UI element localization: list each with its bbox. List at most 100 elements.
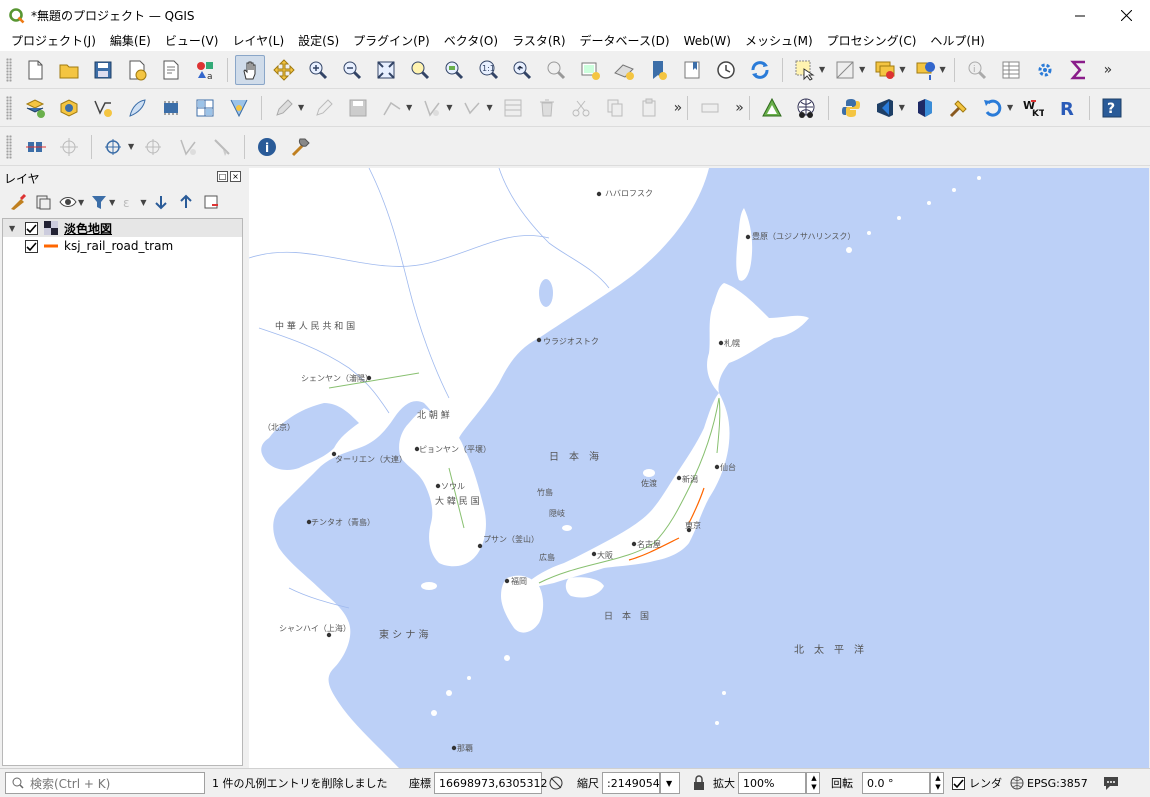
scale-dropdown-icon[interactable]: ▼ <box>660 772 680 794</box>
zoom-out-icon[interactable] <box>337 55 367 85</box>
cut-icon[interactable] <box>566 93 596 123</box>
toolbar-grip[interactable] <box>6 57 12 82</box>
menu-web[interactable]: Web(W) <box>677 31 738 51</box>
snapping-icon[interactable] <box>20 132 50 162</box>
layer-row-basemap[interactable]: ▼ 淡色地図 <box>3 219 242 237</box>
style-manager-icon[interactable]: a <box>190 55 220 85</box>
label-icon[interactable] <box>695 93 725 123</box>
options-icon[interactable] <box>286 132 316 162</box>
quickmapservices-icon[interactable] <box>791 93 821 123</box>
info-icon[interactable]: i <box>252 132 282 162</box>
rotation-spinner-icon[interactable]: ▲ ▼ <box>930 772 944 794</box>
scale-field[interactable]: :21490540 <box>602 772 667 794</box>
magnifier-spinner-icon[interactable]: ▲ ▼ <box>806 772 820 794</box>
modify-attributes-icon[interactable] <box>457 93 487 123</box>
pan-to-selection-icon[interactable] <box>269 55 299 85</box>
float-panel-icon[interactable]: □ <box>217 171 228 182</box>
crs-button[interactable]: EPSG:3857 <box>1027 777 1088 790</box>
tracing-icon[interactable] <box>99 132 129 162</box>
digitize-icon[interactable] <box>309 93 339 123</box>
toolbar-grip[interactable] <box>6 134 12 159</box>
new-temp-layer-icon[interactable] <box>190 93 220 123</box>
lock-scale-icon[interactable] <box>692 772 706 794</box>
menu-project[interactable]: プロジェクト(J) <box>4 31 103 51</box>
measure-icon[interactable] <box>207 132 237 162</box>
coordinate-field[interactable]: 16698973,6305312 <box>434 772 547 794</box>
filter-by-expression-icon[interactable]: ε <box>118 190 142 214</box>
menu-raster[interactable]: ラスタ(R) <box>505 31 572 51</box>
zoom-full-icon[interactable] <box>371 55 401 85</box>
messages-icon[interactable] <box>1102 772 1120 794</box>
menu-plugins[interactable]: プラグイン(P) <box>346 31 437 51</box>
collapse-all-icon[interactable] <box>174 190 198 214</box>
deselect-icon[interactable] <box>870 55 900 85</box>
manage-visibility-icon[interactable] <box>56 190 80 214</box>
toolbar-overflow-icon[interactable]: » <box>735 100 744 116</box>
identify-icon[interactable]: i <box>962 55 992 85</box>
menu-vector[interactable]: ベクタ(O) <box>437 31 505 51</box>
open-project-icon[interactable] <box>54 55 84 85</box>
zoom-last-icon[interactable] <box>507 55 537 85</box>
close-button[interactable] <box>1103 0 1149 31</box>
save-edits-icon[interactable] <box>343 93 373 123</box>
new-spatialite-icon[interactable] <box>122 93 152 123</box>
geo-tool-icon[interactable] <box>944 93 974 123</box>
zoom-in-icon[interactable] <box>303 55 333 85</box>
menu-view[interactable]: ビュー(V) <box>158 31 226 51</box>
layer-visibility-checkbox[interactable] <box>25 221 38 235</box>
delete-icon[interactable] <box>532 93 562 123</box>
menu-settings[interactable]: 設定(S) <box>291 31 346 51</box>
temporal-icon[interactable] <box>711 55 741 85</box>
save-project-icon[interactable] <box>88 55 118 85</box>
expand-all-icon[interactable] <box>149 190 173 214</box>
layer-visibility-checkbox[interactable] <box>25 239 38 253</box>
data-source-manager-icon[interactable] <box>20 93 50 123</box>
zoom-native-icon[interactable]: 1:1 <box>473 55 503 85</box>
new-project-icon[interactable] <box>20 55 50 85</box>
copy-icon[interactable] <box>600 93 630 123</box>
layer-row-rail[interactable]: ksj_rail_road_tram <box>3 237 242 255</box>
advanced-digitizing-icon[interactable] <box>54 132 84 162</box>
new-3d-view-icon[interactable] <box>609 55 639 85</box>
new-shapefile-icon[interactable] <box>88 93 118 123</box>
bookmarks-icon[interactable] <box>677 55 707 85</box>
render-checkbox[interactable] <box>952 776 965 790</box>
menu-database[interactable]: データベース(D) <box>573 31 677 51</box>
menu-processing[interactable]: プロセシング(C) <box>820 31 924 51</box>
refresh-icon[interactable] <box>745 55 775 85</box>
close-panel-icon[interactable]: × <box>230 171 241 182</box>
maximize-button[interactable] <box>1057 0 1103 31</box>
zoom-to-layer-icon[interactable] <box>439 55 469 85</box>
toolbox-icon[interactable] <box>1030 55 1060 85</box>
toolbar-grip[interactable] <box>6 95 12 120</box>
select-icon[interactable] <box>790 55 820 85</box>
help-icon[interactable]: ? <box>1097 93 1127 123</box>
map-canvas[interactable]: ハバロフスク 豊原（ユジノサハリンスク） 中 華 人 民 共 和 国 ウラジオス… <box>249 168 1149 768</box>
vs-code-icon[interactable] <box>870 93 900 123</box>
menu-mesh[interactable]: メッシュ(M) <box>738 31 820 51</box>
select-by-value-icon[interactable] <box>830 55 860 85</box>
select-by-location-icon[interactable] <box>910 55 940 85</box>
wkt-icon[interactable]: W KT <box>1018 93 1048 123</box>
new-mesh-icon[interactable] <box>224 93 254 123</box>
add-feature-icon[interactable] <box>377 93 407 123</box>
new-geopackage-icon[interactable] <box>54 93 84 123</box>
paste-icon[interactable] <box>634 93 664 123</box>
zoom-to-selection-icon[interactable] <box>405 55 435 85</box>
toolbar-overflow-icon[interactable]: » <box>674 100 683 116</box>
python-icon[interactable] <box>836 93 866 123</box>
toolbar-overflow-icon[interactable]: » <box>1104 62 1113 78</box>
save-as-icon[interactable] <box>122 55 152 85</box>
capture-icon[interactable] <box>139 132 169 162</box>
add-group-icon[interactable] <box>31 190 55 214</box>
geometry-checker-icon[interactable] <box>757 93 787 123</box>
menu-edit[interactable]: 編集(E) <box>103 31 158 51</box>
r-icon[interactable]: R <box>1052 93 1082 123</box>
pan-icon[interactable] <box>235 54 265 85</box>
menu-layer[interactable]: レイヤ(L) <box>225 31 291 51</box>
menu-help[interactable]: ヘルプ(H) <box>923 31 991 51</box>
zoom-next-icon[interactable] <box>541 55 571 85</box>
gem-icon[interactable] <box>910 93 940 123</box>
statistics-icon[interactable] <box>1064 55 1094 85</box>
print-layout-icon[interactable] <box>156 55 186 85</box>
